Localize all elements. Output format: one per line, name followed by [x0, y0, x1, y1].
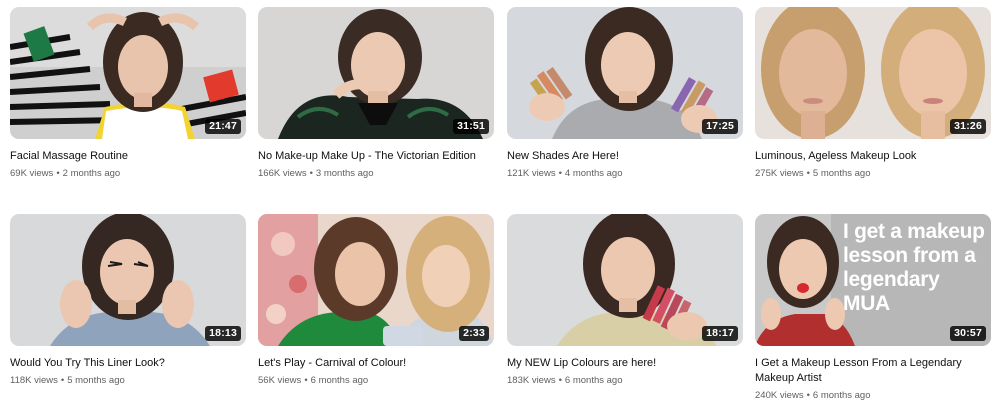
- video-duration: 30:57: [950, 326, 986, 341]
- video-card[interactable]: 31:51 No Make-up Make Up - The Victorian…: [258, 7, 494, 180]
- video-card[interactable]: 21:47 Facial Massage Routine 69K views • 2…: [10, 7, 246, 180]
- video-thumbnail[interactable]: 21:47: [10, 7, 246, 139]
- video-metadata: 183K views • 6 months ago: [507, 374, 743, 387]
- video-metadata: 121K views • 4 months ago: [507, 167, 743, 180]
- video-metadata: 118K views • 5 months ago: [10, 374, 246, 387]
- video-metadata: 69K views • 2 months ago: [10, 167, 246, 180]
- video-duration: 21:47: [205, 119, 241, 134]
- video-card[interactable]: 17:25 New Shades Are Here! 121K views • 4 …: [507, 7, 743, 180]
- video-duration: 2:33: [459, 326, 489, 341]
- video-grid: 21:47 Facial Massage Routine 69K views • 2…: [0, 0, 1000, 418]
- upload-age: 4 months ago: [564, 168, 623, 179]
- upload-age: 2 months ago: [62, 168, 121, 179]
- separator-dot: •: [60, 375, 65, 386]
- separator-dot: •: [56, 168, 60, 179]
- video-thumbnail[interactable]: 18:13: [10, 214, 246, 346]
- view-count: 56K views: [258, 375, 302, 386]
- upload-age: 6 months ago: [564, 375, 623, 386]
- separator-dot: •: [558, 375, 562, 386]
- video-duration: 18:13: [205, 326, 241, 341]
- video-metadata: 166K views • 3 months ago: [258, 167, 494, 180]
- video-title[interactable]: No Make-up Make Up - The Victorian Editi…: [258, 149, 494, 164]
- video-title[interactable]: New Shades Are Here!: [507, 149, 743, 164]
- separator-dot: •: [309, 168, 313, 179]
- video-title[interactable]: Let's Play - Carnival of Colour!: [258, 356, 494, 371]
- upload-age: 5 months ago: [812, 168, 871, 179]
- view-count: 183K views: [507, 375, 556, 386]
- separator-dot: •: [558, 168, 562, 179]
- video-title[interactable]: Would You Try This Liner Look?: [10, 356, 246, 371]
- video-thumbnail[interactable]: I get a makeup lesson from a legendary M…: [755, 214, 991, 346]
- video-title[interactable]: I Get a Makeup Lesson From a Legendary M…: [755, 356, 991, 386]
- separator-dot: •: [806, 390, 810, 401]
- separator-dot: •: [806, 168, 810, 179]
- video-thumbnail[interactable]: 31:26: [755, 7, 991, 139]
- upload-age: 5 months ago: [67, 375, 125, 386]
- video-metadata: 56K views • 6 months ago: [258, 374, 494, 387]
- upload-age: 3 months ago: [315, 168, 374, 179]
- view-count: 166K views: [258, 168, 307, 179]
- video-thumbnail[interactable]: 17:25: [507, 7, 743, 139]
- video-metadata: 240K views • 6 months ago: [755, 389, 991, 402]
- video-thumbnail[interactable]: 18:17: [507, 214, 743, 346]
- upload-age: 6 months ago: [812, 390, 871, 401]
- view-count: 121K views: [507, 168, 556, 179]
- view-count: 240K views: [755, 390, 804, 401]
- video-title[interactable]: Facial Massage Routine: [10, 149, 246, 164]
- video-card[interactable]: 2:33 Let's Play - Carnival of Colour! 56…: [258, 214, 494, 387]
- view-count: 118K views: [10, 375, 58, 386]
- video-duration: 31:51: [453, 119, 489, 134]
- video-card[interactable]: I get a makeup lesson from a legendary M…: [755, 214, 991, 402]
- upload-age: 6 months ago: [310, 375, 369, 386]
- separator-dot: •: [304, 375, 308, 386]
- view-count: 275K views: [755, 168, 804, 179]
- video-card[interactable]: 18:17 My NEW Lip Colours are here! 183K …: [507, 214, 743, 387]
- video-title[interactable]: My NEW Lip Colours are here!: [507, 356, 743, 371]
- video-title[interactable]: Luminous, Ageless Makeup Look: [755, 149, 991, 164]
- video-duration: 31:26: [950, 119, 986, 134]
- view-count: 69K views: [10, 168, 54, 179]
- video-duration: 17:25: [702, 119, 738, 134]
- thumbnail-overlay-text: I get a makeup lesson from a legendary M…: [843, 220, 985, 315]
- video-metadata: 275K views • 5 months ago: [755, 167, 991, 180]
- video-card[interactable]: 31:26 Luminous, Ageless Makeup Look 275K…: [755, 7, 991, 180]
- video-thumbnail[interactable]: 2:33: [258, 214, 494, 346]
- video-card[interactable]: 18:13 Would You Try This Liner Look? 118…: [10, 214, 246, 387]
- video-duration: 18:17: [702, 326, 738, 341]
- video-thumbnail[interactable]: 31:51: [258, 7, 494, 139]
